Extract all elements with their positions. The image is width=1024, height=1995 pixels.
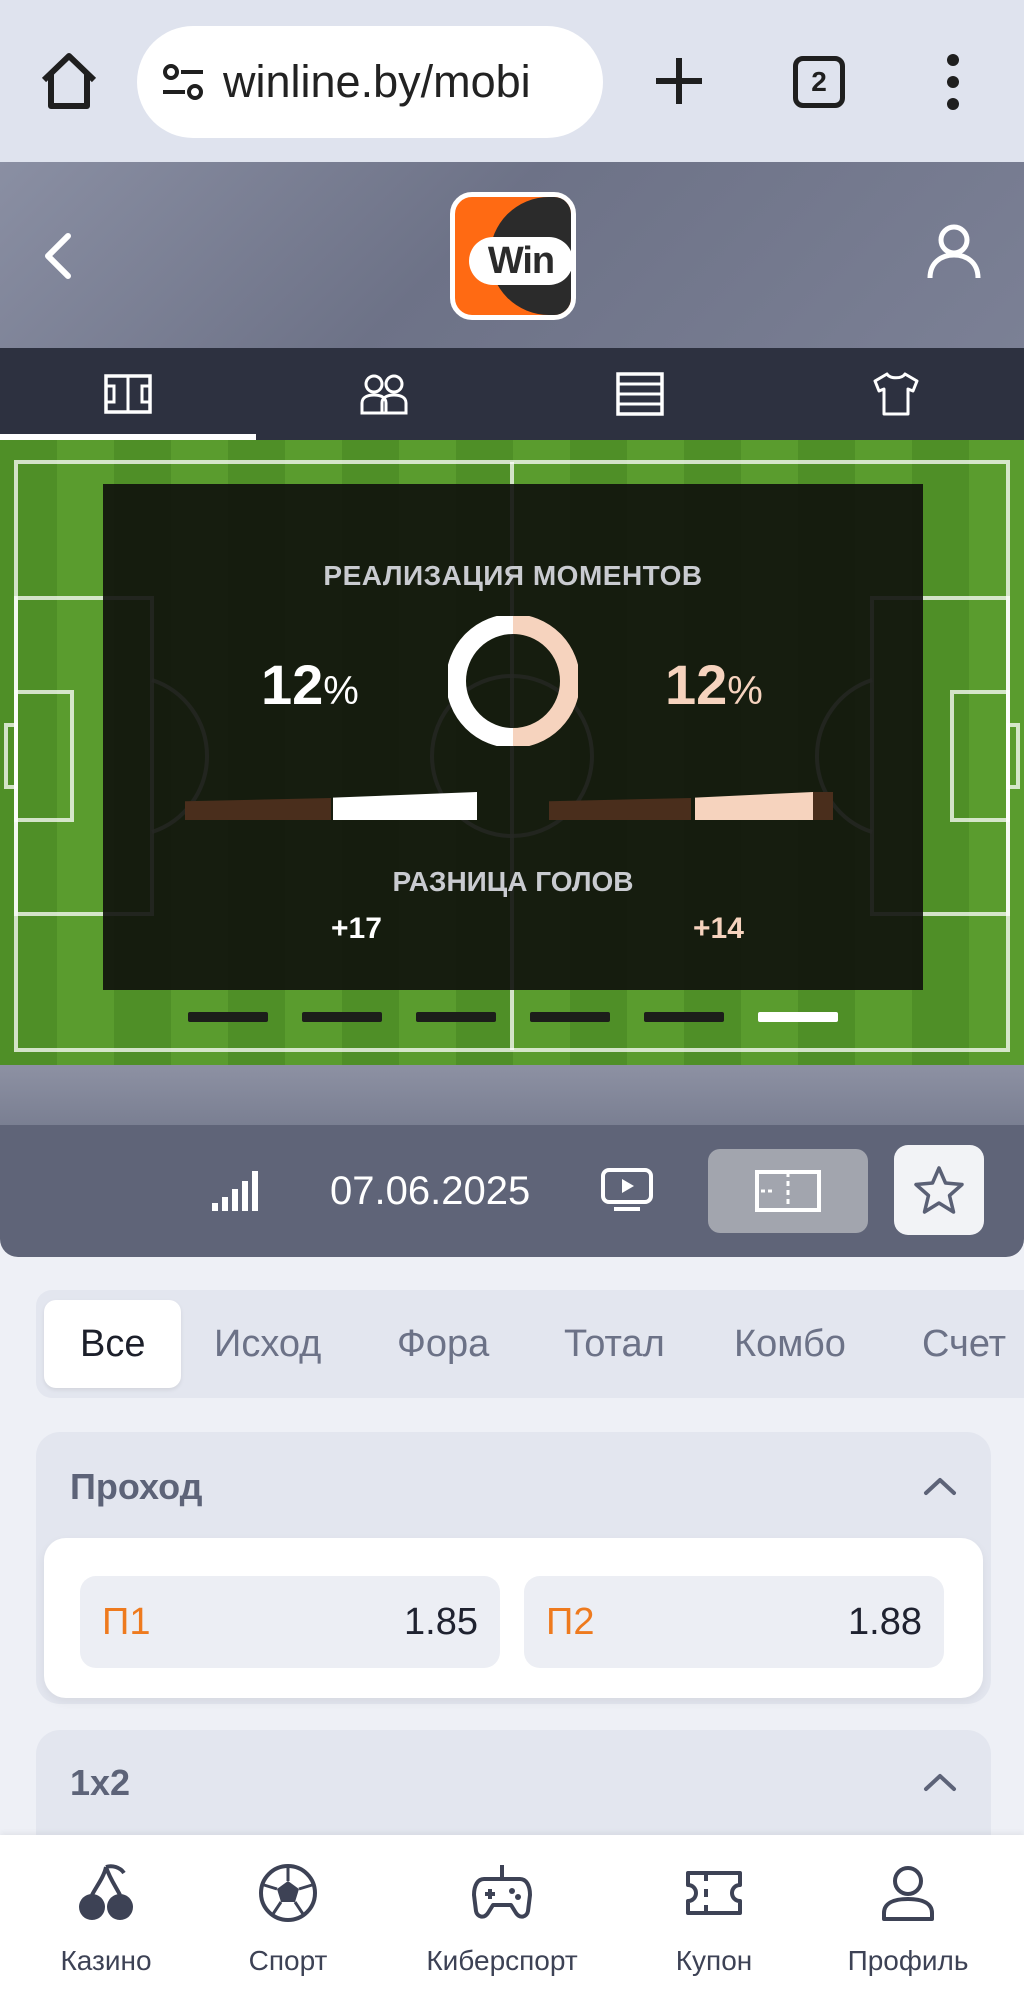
market-filter-tabs: Все Исход Фора Тотал Комбо Счет <box>36 1290 1024 1398</box>
home-goal-diff: +17 <box>331 912 382 945</box>
home-percentage: 12% <box>261 652 359 717</box>
address-bar[interactable]: winline.by/mobi <box>137 26 603 138</box>
slide-dot-6[interactable] <box>758 1012 838 1022</box>
goal-diff-title: РАЗНИЦА ГОЛОВ <box>392 866 634 897</box>
tab-standings[interactable] <box>512 348 768 440</box>
slide-dot-5[interactable] <box>644 1012 724 1022</box>
chevron-up-icon[interactable] <box>923 1476 957 1496</box>
match-info-bar: 07.06.2025 <box>0 1125 1024 1257</box>
odd-label: П2 <box>546 1600 595 1643</box>
home-goal-bar-fill <box>333 792 477 820</box>
home-icon[interactable] <box>38 50 100 112</box>
market-odds-panel: П1 1.85 П2 1.88 <box>44 1538 983 1698</box>
odd-value: 1.88 <box>848 1600 922 1643</box>
pitch-icon <box>104 374 152 414</box>
browser-toolbar: winline.by/mobi 2 <box>0 0 1024 162</box>
user-icon[interactable] <box>925 222 983 282</box>
tab-lineups[interactable] <box>256 348 512 440</box>
donut-away-half <box>512 616 578 746</box>
odd-button-p2[interactable]: П2 1.88 <box>524 1576 944 1668</box>
table-icon <box>616 372 664 416</box>
away-pct-sign: % <box>727 669 763 713</box>
away-percentage: 12% <box>665 652 763 717</box>
nav-casino[interactable]: Казино <box>4 1835 208 1995</box>
match-date: 07.06.2025 <box>330 1169 531 1213</box>
live-stats-icon[interactable] <box>212 1169 264 1211</box>
gamepad-icon <box>472 1865 532 1919</box>
url-text: winline.by/mobi <box>223 56 531 107</box>
stats-card[interactable]: РЕАЛИЗАЦИЯ МОМЕНТОВ 12% 12% РАЗНИЦА ГОЛО… <box>103 484 923 990</box>
user-icon <box>882 1866 934 1921</box>
star-icon <box>914 1166 964 1214</box>
pitch-view-icon <box>755 1170 821 1212</box>
tab-total[interactable]: Тотал <box>564 1300 665 1388</box>
stat-title: РЕАЛИЗАЦИЯ МОМЕНТОВ <box>323 560 703 591</box>
slide-dot-4[interactable] <box>530 1012 610 1022</box>
header-divider <box>0 1065 1024 1125</box>
slide-indicators <box>188 1012 838 1022</box>
home-pct-value: 12 <box>261 653 324 716</box>
nav-coupon[interactable]: Купон <box>612 1835 816 1995</box>
tab-combo[interactable]: Комбо <box>734 1300 846 1388</box>
tab-outcome[interactable]: Исход <box>214 1300 321 1388</box>
soccer-ball-icon <box>259 1864 317 1922</box>
tab-handicap[interactable]: Фора <box>397 1300 489 1388</box>
winline-logo[interactable]: Win <box>450 192 576 320</box>
chevron-up-icon[interactable] <box>923 1772 957 1792</box>
odd-value: 1.85 <box>404 1600 478 1643</box>
market-title[interactable]: 1x2 <box>70 1762 130 1804</box>
away-goal-diff: +14 <box>693 912 744 945</box>
nav-label: Киберспорт <box>426 1945 578 1976</box>
match-info-tabs <box>0 348 1024 440</box>
odd-label: П1 <box>102 1600 151 1643</box>
nav-label: Купон <box>675 1945 753 1976</box>
tab-all[interactable]: Все <box>44 1300 182 1388</box>
market-qualification: Проход П1 1.85 П2 1.88 <box>36 1432 991 1704</box>
cherries-icon <box>79 1864 133 1920</box>
jersey-icon <box>873 372 919 416</box>
slide-dot-3[interactable] <box>416 1012 496 1022</box>
logo-text: Win <box>469 237 571 285</box>
slide-dot-1[interactable] <box>188 1012 268 1022</box>
more-menu-icon[interactable] <box>940 52 966 112</box>
video-icon[interactable] <box>600 1167 654 1213</box>
pitch-visualization: РЕАЛИЗАЦИЯ МОМЕНТОВ 12% 12% РАЗНИЦА ГОЛО… <box>0 440 1024 1065</box>
field-view-button[interactable] <box>708 1149 868 1233</box>
donut-home-half <box>448 616 514 746</box>
new-tab-icon[interactable] <box>650 52 708 110</box>
odd-button-p1[interactable]: П1 1.85 <box>80 1576 500 1668</box>
bottom-navigation: Казино Спорт Киберспорт Купон Профиль <box>0 1835 1024 1995</box>
back-arrow-icon[interactable] <box>38 228 78 284</box>
home-pct-sign: % <box>323 669 359 713</box>
nav-sport[interactable]: Спорт <box>186 1835 390 1995</box>
tab-stats[interactable] <box>768 348 1024 440</box>
slide-dot-2[interactable] <box>302 1012 382 1022</box>
site-header: Win <box>0 162 1024 348</box>
tab-switcher-button[interactable]: 2 <box>793 56 845 108</box>
conversion-donut-chart <box>448 616 578 746</box>
nav-label: Профиль <box>847 1945 969 1976</box>
nav-label: Спорт <box>248 1945 328 1976</box>
away-goal-bar-track <box>549 798 691 820</box>
players-icon <box>360 374 408 415</box>
home-goal-bar-track <box>185 798 331 820</box>
ticket-icon <box>686 1871 742 1915</box>
market-title[interactable]: Проход <box>70 1466 202 1508</box>
favorite-button[interactable] <box>894 1145 984 1235</box>
site-settings-icon[interactable] <box>159 58 207 106</box>
nav-esports[interactable]: Киберспорт <box>400 1835 604 1995</box>
away-pct-value: 12 <box>665 653 728 716</box>
away-goal-bar-end <box>813 792 833 820</box>
tab-field[interactable] <box>0 348 256 440</box>
away-goal-bar-fill <box>695 792 813 820</box>
tab-score[interactable]: Счет <box>922 1300 1006 1388</box>
nav-profile[interactable]: Профиль <box>806 1835 1010 1995</box>
nav-label: Казино <box>60 1945 152 1976</box>
